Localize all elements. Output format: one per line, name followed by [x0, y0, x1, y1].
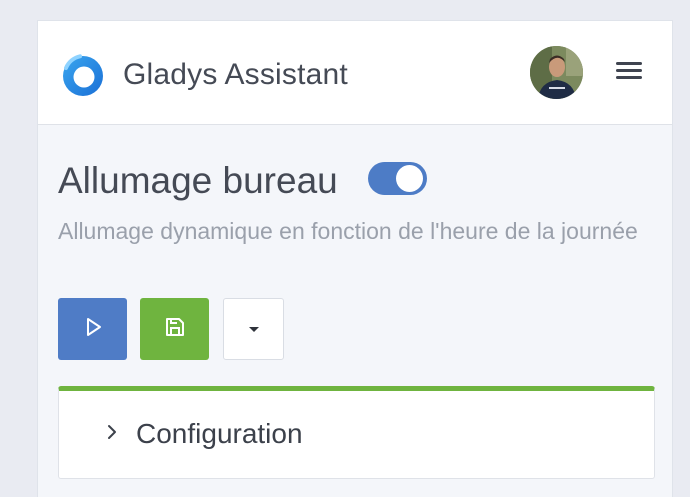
save-icon	[163, 315, 187, 344]
configuration-section[interactable]: Configuration	[58, 386, 655, 479]
more-actions-dropdown-button[interactable]	[223, 298, 284, 360]
play-icon	[82, 316, 104, 343]
scene-description: Allumage dynamique en fonction de l'heur…	[58, 218, 638, 244]
chevron-right-icon	[103, 423, 121, 441]
top-header: Gladys Assistant	[38, 21, 672, 125]
save-scene-button[interactable]	[140, 298, 209, 360]
caret-down-icon	[248, 326, 259, 332]
user-avatar[interactable]	[530, 46, 583, 99]
run-scene-button[interactable]	[58, 298, 127, 360]
gladys-logo-icon[interactable]	[60, 53, 106, 99]
hamburger-menu-icon[interactable]	[614, 59, 644, 85]
toggle-knob	[396, 165, 423, 192]
app-title[interactable]: Gladys Assistant	[123, 55, 348, 95]
scene-enabled-toggle[interactable]	[368, 162, 427, 195]
page-card: Gladys Assistant Allumage bureau Allumag…	[37, 20, 673, 497]
scene-title: Allumage bureau	[58, 160, 338, 201]
configuration-label: Configuration	[136, 418, 303, 449]
